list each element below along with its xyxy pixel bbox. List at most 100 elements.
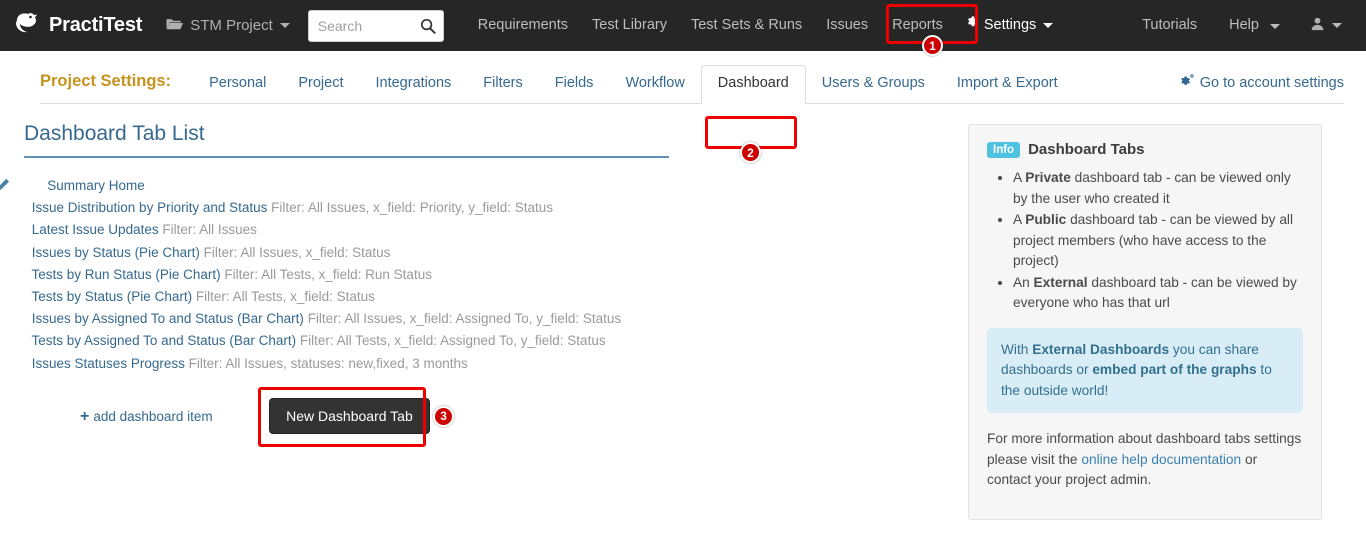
info-bullet-external: An External dashboard tab - can be viewe… xyxy=(1013,273,1303,314)
dashboard-item-link[interactable]: Issues by Status (Pie Chart) xyxy=(32,245,200,260)
folder-open-icon xyxy=(166,17,184,35)
dashboard-item-meta: Filter: All Issues xyxy=(162,222,257,238)
info-bullet-private: A Private dashboard tab - can be viewed … xyxy=(1013,168,1303,209)
dashboard-item-link[interactable]: Tests by Status (Pie Chart) xyxy=(32,289,193,304)
list-item: Latest Issue Updates Filter: All Issues xyxy=(24,220,684,242)
project-name-label: STM Project xyxy=(190,17,273,34)
online-help-documentation-link[interactable]: online help documentation xyxy=(1081,452,1241,467)
tab-users-groups[interactable]: Users & Groups xyxy=(806,75,941,103)
external-dashboards-note: With External Dashboards you can share d… xyxy=(987,327,1303,413)
new-dashboard-tab-button-wrap: New Dashboard Tab 3 xyxy=(258,386,455,447)
search-input[interactable] xyxy=(307,9,444,42)
brand-name: PractiTest xyxy=(49,14,143,36)
dashboard-item-link[interactable]: Issues by Assigned To and Status (Bar Ch… xyxy=(32,311,304,326)
tab-integrations[interactable]: Integrations xyxy=(359,75,467,103)
nav-link-requirements[interactable]: Requirements xyxy=(466,0,580,51)
project-settings-title: Project Settings: xyxy=(40,72,172,90)
dashboard-item-meta: Filter: All Tests, x_field: Status xyxy=(195,289,375,305)
dashboard-item-link[interactable]: Issue Distribution by Priority and Statu… xyxy=(32,200,268,215)
go-to-account-settings-link[interactable]: Go to account settings xyxy=(1179,74,1344,103)
dashboard-item-meta: Filter: All Issues, statuses: new,fixed,… xyxy=(188,355,468,371)
account-menu[interactable] xyxy=(1296,16,1352,36)
list-item: Tests by Run Status (Pie Chart) Filter: … xyxy=(24,265,684,287)
main-content: Dashboard Tab List Summary Home Issue Di… xyxy=(0,104,1366,538)
list-item: Summary Home xyxy=(0,176,684,198)
nav-link-test-sets-runs[interactable]: Test Sets & Runs xyxy=(679,0,814,51)
nav-link-reports[interactable]: Reports xyxy=(880,0,955,51)
bullet-prefix: An xyxy=(1013,274,1034,290)
step-badge-2: 2 xyxy=(740,142,761,163)
list-item: Issues by Status (Pie Chart) Filter: All… xyxy=(24,243,684,265)
dashboard-item-meta: Filter: All Issues, x_field: Status xyxy=(203,244,391,260)
nav-link-issues[interactable]: Issues xyxy=(814,0,880,51)
list-item: Issue Distribution by Priority and Statu… xyxy=(24,198,684,220)
bullet-bold: Private xyxy=(1025,170,1071,185)
tab-filters[interactable]: Filters xyxy=(467,75,538,103)
info-panel-header: Info Dashboard Tabs xyxy=(987,141,1303,158)
tab-fields[interactable]: Fields xyxy=(539,75,610,103)
plus-icon: + xyxy=(80,407,90,425)
secondary-nav-links: Tutorials Help xyxy=(1126,0,1352,51)
nav-settings-label: Settings xyxy=(983,17,1037,33)
info-bullet-list: A Private dashboard tab - can be viewed … xyxy=(987,168,1303,314)
user-avatar-icon xyxy=(1310,16,1325,36)
note-part-1: With xyxy=(1001,341,1033,357)
tab-workflow[interactable]: Workflow xyxy=(609,75,700,103)
info-panel-footer: For more information about dashboard tab… xyxy=(987,429,1303,491)
dashboard-item-meta: Filter: All Tests, x_field: Assigned To,… xyxy=(299,333,606,349)
new-dashboard-tab-button[interactable]: New Dashboard Tab xyxy=(269,397,430,434)
dashboard-item-link[interactable]: Latest Issue Updates xyxy=(32,222,159,237)
info-panel: Info Dashboard Tabs A Private dashboard … xyxy=(968,124,1322,520)
nav-help-label: Help xyxy=(1229,17,1259,33)
note-bold-1: External Dashboards xyxy=(1032,341,1170,357)
chevron-down-icon xyxy=(279,23,290,28)
add-dashboard-item-label: add dashboard item xyxy=(93,409,213,425)
dashboard-item-meta: Filter: All Issues, x_field: Priority, y… xyxy=(271,200,553,216)
dashboard-item-link[interactable]: Tests by Run Status (Pie Chart) xyxy=(32,267,221,282)
project-selector[interactable]: STM Project xyxy=(166,17,290,35)
bullet-prefix: A xyxy=(1013,170,1026,185)
note-bold-2: embed part of the graphs xyxy=(1092,362,1257,377)
chevron-down-icon xyxy=(1043,23,1054,28)
dashboard-item-link[interactable]: Summary Home xyxy=(47,178,145,193)
gear-icon xyxy=(965,0,979,51)
chevron-down-icon xyxy=(1270,24,1280,29)
dashboard-items-list: Summary Home Issue Distribution by Prior… xyxy=(0,176,684,376)
tab-project[interactable]: Project xyxy=(282,75,359,103)
info-bullet-public: A Public dashboard tab - can be viewed b… xyxy=(1013,210,1303,272)
dashboard-item-link[interactable]: Tests by Assigned To and Status (Bar Cha… xyxy=(32,333,297,348)
bullet-prefix: A xyxy=(1013,212,1026,227)
nav-link-help[interactable]: Help xyxy=(1213,0,1296,51)
dashboard-item-link[interactable]: Issues Statuses Progress xyxy=(32,356,185,371)
brand-logo-link[interactable]: PractiTest xyxy=(14,11,142,40)
search-box[interactable] xyxy=(307,9,444,42)
step-badge-1: 1 xyxy=(922,35,943,56)
list-item: Issues Statuses Progress Filter: All Iss… xyxy=(24,354,684,376)
nav-link-tutorials[interactable]: Tutorials xyxy=(1126,0,1213,51)
tab-import-export[interactable]: Import & Export xyxy=(941,75,1074,103)
nav-link-test-library[interactable]: Test Library xyxy=(580,0,679,51)
info-badge: Info xyxy=(987,141,1021,158)
project-settings-subnav: Project Settings: Personal Project Integ… xyxy=(0,51,1366,163)
bullet-bold: Public xyxy=(1025,212,1067,227)
practitest-bird-logo-icon xyxy=(14,11,44,40)
primary-nav-links: Requirements Test Library Test Sets & Ru… xyxy=(466,0,1064,51)
tab-dashboard[interactable]: Dashboard xyxy=(700,65,806,104)
account-settings-label: Go to account settings xyxy=(1199,74,1344,91)
list-item: Issues by Assigned To and Status (Bar Ch… xyxy=(24,309,684,331)
top-navigation-bar: PractiTest STM Project Requirements Test… xyxy=(0,0,1366,56)
add-dashboard-item-link[interactable]: + add dashboard item xyxy=(80,407,213,425)
dashboard-tab-list-section: Dashboard Tab List Summary Home Issue Di… xyxy=(0,104,968,538)
gears-icon xyxy=(1179,74,1194,91)
nav-link-settings[interactable]: Settings xyxy=(955,0,1063,51)
list-item: Tests by Assigned To and Status (Bar Cha… xyxy=(24,331,684,353)
list-item: Tests by Status (Pie Chart) Filter: All … xyxy=(24,287,684,309)
step-badge-3: 3 xyxy=(433,405,455,427)
chevron-down-icon xyxy=(1332,23,1342,28)
dashboard-item-meta: Filter: All Tests, x_field: Run Status xyxy=(224,266,432,282)
tab-personal[interactable]: Personal xyxy=(193,75,282,103)
info-panel-title: Dashboard Tabs xyxy=(1028,141,1145,158)
page-title: Dashboard Tab List xyxy=(24,122,669,158)
dashboard-item-meta: Filter: All Issues, x_field: Assigned To… xyxy=(307,311,622,327)
bullet-bold: External xyxy=(1033,274,1088,290)
